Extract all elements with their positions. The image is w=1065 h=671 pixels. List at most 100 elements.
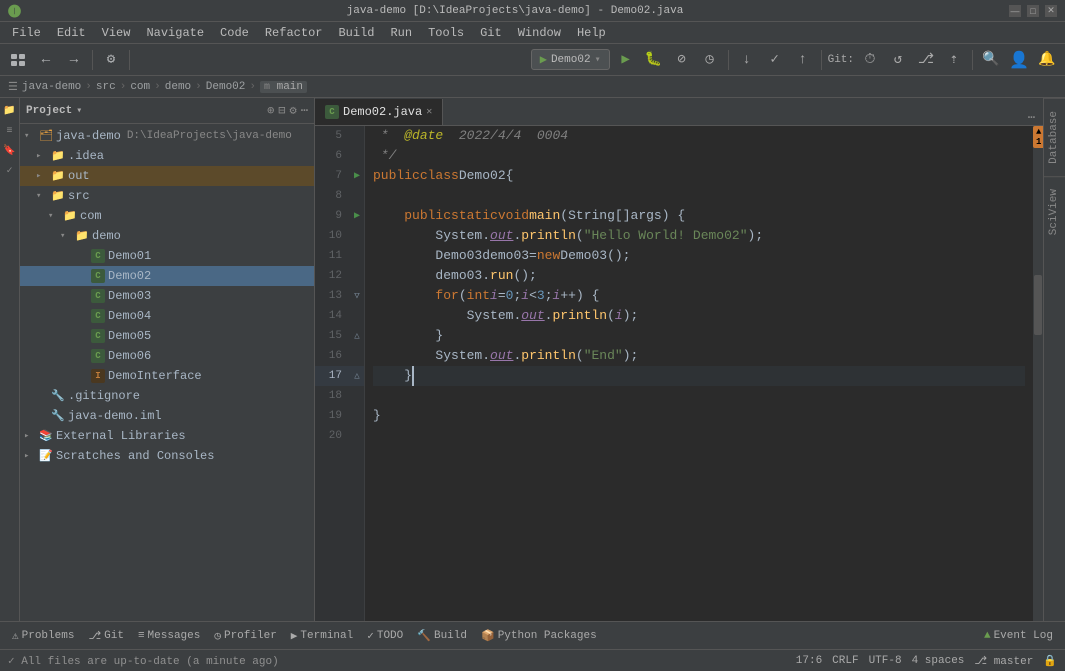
status-lock-icon[interactable]: 🔒 <box>1043 654 1057 668</box>
tree-item-demo03[interactable]: C Demo03 <box>20 286 314 306</box>
sidebar-bookmarks-btn[interactable]: 🔖 <box>1 142 19 160</box>
scrollbar-thumb[interactable] <box>1034 275 1042 335</box>
vcs-commit-btn[interactable]: ✓ <box>763 48 787 72</box>
sidebar-project-btn[interactable]: 📁 <box>1 102 19 120</box>
tree-item-scratches[interactable]: ▸ 📝 Scratches and Consoles <box>20 446 314 466</box>
tab-database[interactable]: Database <box>1044 98 1065 176</box>
event-log-btn[interactable]: ▲ Event Log <box>978 625 1059 647</box>
bottom-build-btn[interactable]: 🔨 Build <box>411 625 473 647</box>
bottom-problems-btn[interactable]: ⚠ Problems <box>6 625 80 647</box>
breadcrumb-project[interactable]: java-demo <box>22 81 81 93</box>
back-btn[interactable]: ← <box>34 48 58 72</box>
tree-item-com[interactable]: ▾ 📁 com <box>20 206 314 226</box>
panel-action-settings[interactable]: ⚙ <box>290 103 297 118</box>
tree-item-demo04[interactable]: C Demo04 <box>20 306 314 326</box>
menu-code[interactable]: Code <box>212 22 257 43</box>
menu-window[interactable]: Window <box>510 22 569 43</box>
run-button[interactable]: ▶ <box>614 48 638 72</box>
bottom-python-btn[interactable]: 📦 Python Packages <box>475 625 603 647</box>
menu-run[interactable]: Run <box>382 22 420 43</box>
breadcrumb-method[interactable]: m main <box>260 81 307 93</box>
breadcrumb-class[interactable]: Demo02 <box>206 81 246 93</box>
tree-item-idea[interactable]: ▸ 📁 .idea <box>20 146 314 166</box>
maximize-button[interactable]: □ <box>1027 5 1039 17</box>
gutter-fold-13[interactable]: ▽ <box>350 291 364 301</box>
breadcrumb-demo[interactable]: demo <box>165 81 191 93</box>
close-button[interactable]: ✕ <box>1045 5 1057 17</box>
tree-item-demointerface[interactable]: I DemoInterface <box>20 366 314 386</box>
tree-item-demo05[interactable]: C Demo05 <box>20 326 314 346</box>
minimize-button[interactable]: — <box>1009 5 1021 17</box>
menu-view[interactable]: View <box>94 22 139 43</box>
tree-item-demo06[interactable]: C Demo06 <box>20 346 314 366</box>
bottom-terminal-btn[interactable]: ▶ Terminal <box>285 625 359 647</box>
sidebar-commit-btn[interactable]: ✓ <box>1 162 19 180</box>
git-history-btn[interactable]: ⏱ <box>858 48 882 72</box>
profile-btn[interactable]: ◷ <box>698 48 722 72</box>
tab-sciview[interactable]: SciView <box>1044 176 1065 247</box>
debug-button[interactable]: 🐛 <box>642 48 666 72</box>
tree-item-demo[interactable]: ▾ 📁 demo <box>20 226 314 246</box>
menu-git[interactable]: Git <box>472 22 510 43</box>
settings-btn[interactable]: ⚙ <box>99 48 123 72</box>
code-line-5: * @date 2022/4/4 0004 <box>373 126 1025 146</box>
tree-item-demo01[interactable]: C Demo01 <box>20 246 314 266</box>
forward-btn[interactable]: → <box>62 48 86 72</box>
run-config-selector[interactable]: ▶ Demo02 ▾ <box>531 49 610 70</box>
menu-navigate[interactable]: Navigate <box>138 22 212 43</box>
status-indent[interactable]: 4 spaces <box>912 655 965 667</box>
git-revert-btn[interactable]: ↺ <box>886 48 910 72</box>
git-push2-btn[interactable]: ⇡ <box>942 48 966 72</box>
tree-item-iml[interactable]: 🔧 java-demo.iml <box>20 406 314 426</box>
breadcrumb-src[interactable]: src <box>96 81 116 93</box>
code-content[interactable]: * @date 2022/4/4 0004 */ public class De… <box>365 126 1033 621</box>
menu-build[interactable]: Build <box>330 22 382 43</box>
status-branch[interactable]: ⎇ master <box>974 654 1033 668</box>
status-encoding[interactable]: UTF-8 <box>869 655 902 667</box>
vcs-update-btn[interactable]: ↓ <box>735 48 759 72</box>
status-line-ending[interactable]: CRLF <box>832 655 858 667</box>
panel-action-collapse[interactable]: ⊟ <box>278 103 285 118</box>
tree-item-src[interactable]: ▾ 📁 src <box>20 186 314 206</box>
warning-count: ▲ 1 <box>1033 126 1043 148</box>
tree-item-out[interactable]: ▸ 📁 out <box>20 166 314 186</box>
menu-refactor[interactable]: Refactor <box>257 22 331 43</box>
gutter-fold-end-15[interactable]: △ <box>350 331 364 341</box>
project-panel-dropdown[interactable]: ▾ <box>76 105 82 117</box>
user-avatar[interactable]: 👤 <box>1007 48 1031 72</box>
bottom-git-btn[interactable]: ⎇ Git <box>82 625 130 647</box>
run-with-coverage-btn[interactable]: ⊘ <box>670 48 694 72</box>
tree-item-root[interactable]: ▾ 🗂 java-demo D:\IdeaProjects\java-demo <box>20 126 314 146</box>
panel-action-more[interactable]: ⋯ <box>301 103 308 118</box>
git-branches-btn[interactable]: ⎇ <box>914 48 938 72</box>
search-everywhere-btn[interactable]: 🔍 <box>979 48 1003 72</box>
code-editor[interactable]: 5 6 7 ▶ 8 <box>315 126 1043 621</box>
tree-item-demo02[interactable]: C Demo02 <box>20 266 314 286</box>
bottom-todo-btn[interactable]: ✓ TODO <box>361 625 409 647</box>
notifications-btn[interactable]: 🔔 <box>1035 48 1059 72</box>
sidebar-structure-btn[interactable]: ≡ <box>1 122 19 140</box>
bottom-profiler-btn[interactable]: ◷ Profiler <box>208 625 282 647</box>
gutter-run-7[interactable]: ▶ <box>350 170 364 182</box>
bottom-messages-btn[interactable]: ≡ Messages <box>132 625 206 647</box>
tree-label-demo: demo <box>92 229 121 243</box>
tree-item-gitignore[interactable]: 🔧 .gitignore <box>20 386 314 406</box>
project-icon-btn[interactable] <box>6 48 30 72</box>
menu-file[interactable]: File <box>4 22 49 43</box>
gutter-fold-17[interactable]: △ <box>350 371 364 381</box>
tree-item-extlibs[interactable]: ▸ 📚 External Libraries <box>20 426 314 446</box>
gutter-run-9[interactable]: ▶ <box>350 210 364 222</box>
vcs-push-btn[interactable]: ↑ <box>791 48 815 72</box>
status-position[interactable]: 17:6 <box>796 655 822 667</box>
tab-actions[interactable]: ⋯ <box>1028 110 1043 125</box>
tab-demo02[interactable]: C Demo02.java ✕ <box>315 99 443 125</box>
menu-tools[interactable]: Tools <box>420 22 472 43</box>
code-scrollbar[interactable]: ▲ 1 <box>1033 126 1043 621</box>
run-config-icon: ▶ <box>540 52 547 67</box>
menu-help[interactable]: Help <box>569 22 614 43</box>
breadcrumb-com[interactable]: com <box>130 81 150 93</box>
panel-action-locate[interactable]: ⊕ <box>267 103 274 118</box>
code-line-11: Demo03 demo03 = new Demo03(); <box>373 246 1025 266</box>
menu-edit[interactable]: Edit <box>49 22 94 43</box>
tab-close-btn[interactable]: ✕ <box>426 106 432 118</box>
